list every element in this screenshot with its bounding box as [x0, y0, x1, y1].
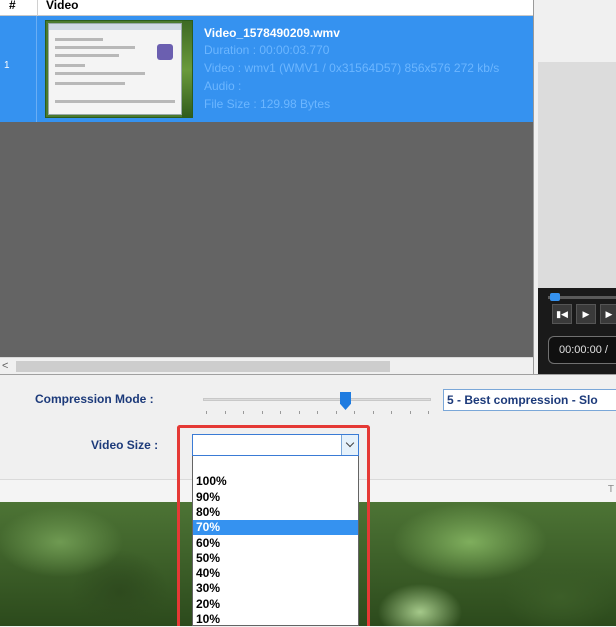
slider-tick: [354, 411, 355, 414]
play-icon[interactable]: ▶: [576, 304, 596, 324]
video-thumbnail: [45, 20, 193, 118]
video-info: Video : wmv1 (WMV1 / 0x31564D57) 856x576…: [204, 61, 500, 75]
video-size-option[interactable]: 10%: [193, 612, 358, 627]
dropdown-button[interactable]: [341, 435, 358, 455]
table-header: # Video: [0, 0, 533, 16]
table-row[interactable]: 1 Video_1578490209.wmv Duration : 00:00:…: [0, 16, 533, 122]
column-header-index[interactable]: #: [9, 0, 16, 12]
skip-forward-icon[interactable]: ▶: [600, 304, 616, 324]
video-size-option[interactable]: 80%: [193, 505, 358, 520]
thumbnail-window: [48, 23, 182, 115]
slider-tick: [372, 411, 374, 414]
video-size-option[interactable]: 20%: [193, 597, 358, 612]
column-separator[interactable]: [37, 0, 38, 16]
slider-tick: [428, 411, 429, 414]
video-preview-panel: ▮◀ ▶ ▶ 00:00:00 /: [533, 0, 616, 374]
video-duration: Duration : 00:00:03.770: [204, 43, 330, 57]
video-size-option[interactable]: 100%: [193, 474, 358, 489]
compression-mode-select[interactable]: 5 - Best compression - Slo: [443, 389, 616, 411]
video-filename: Video_1578490209.wmv: [204, 26, 340, 40]
video-size-option[interactable]: [193, 459, 358, 474]
skip-back-icon[interactable]: ▮◀: [552, 304, 572, 324]
slider-tick: [409, 411, 411, 414]
seek-handle[interactable]: [550, 293, 560, 301]
compression-slider-track[interactable]: [203, 398, 431, 401]
compression-mode-value: 5 - Best compression - Slo: [447, 393, 598, 407]
video-size-option[interactable]: 60%: [193, 536, 358, 551]
scrollbar-thumb[interactable]: [16, 361, 390, 372]
app-logo-icon: [157, 44, 173, 60]
slider-tick: [243, 411, 244, 414]
slider-tick: [391, 411, 392, 414]
horizontal-scrollbar[interactable]: <: [0, 357, 533, 374]
slider-tick: [280, 411, 281, 414]
video-size-option[interactable]: 70%: [193, 520, 358, 536]
time-readout: 00:00:00 /: [559, 344, 608, 356]
scroll-left-icon[interactable]: <: [2, 360, 8, 372]
video-size-label: Video Size :: [91, 438, 159, 452]
slider-tick: [298, 411, 300, 414]
preview-screen: [538, 62, 616, 288]
slider-tick: [206, 411, 207, 414]
video-size-option[interactable]: 40%: [193, 566, 358, 581]
video-size-options-list: 100% 90% 80% 70% 60% 50% 40% 30% 20% 10%: [192, 456, 359, 626]
playback-controls: ▮◀ ▶ ▶ 00:00:00 /: [538, 288, 616, 374]
bottom-mark: T: [607, 484, 614, 495]
video-size-option[interactable]: 90%: [193, 490, 358, 505]
video-size-select[interactable]: [192, 434, 359, 456]
compression-slider-thumb[interactable]: [340, 392, 351, 410]
compression-mode-label: Compression Mode :: [35, 392, 154, 406]
audio-info: Audio :: [204, 79, 242, 93]
video-size-option[interactable]: 50%: [193, 551, 358, 566]
slider-tick: [261, 411, 263, 414]
slider-tick: [224, 411, 226, 414]
time-display: 00:00:00 /: [548, 336, 616, 364]
file-size: File Size : 129.98 Bytes: [204, 97, 331, 111]
row-index-cell: 1: [0, 16, 37, 122]
video-size-option[interactable]: 30%: [193, 581, 358, 596]
row-index: 1: [4, 60, 10, 71]
slider-tick: [317, 411, 318, 414]
chevron-down-icon: [345, 438, 355, 448]
slider-tick: [335, 411, 337, 414]
column-header-video[interactable]: Video: [46, 0, 78, 12]
video-table: # Video 1 Video_1578490209.wmv Duration …: [0, 0, 533, 374]
